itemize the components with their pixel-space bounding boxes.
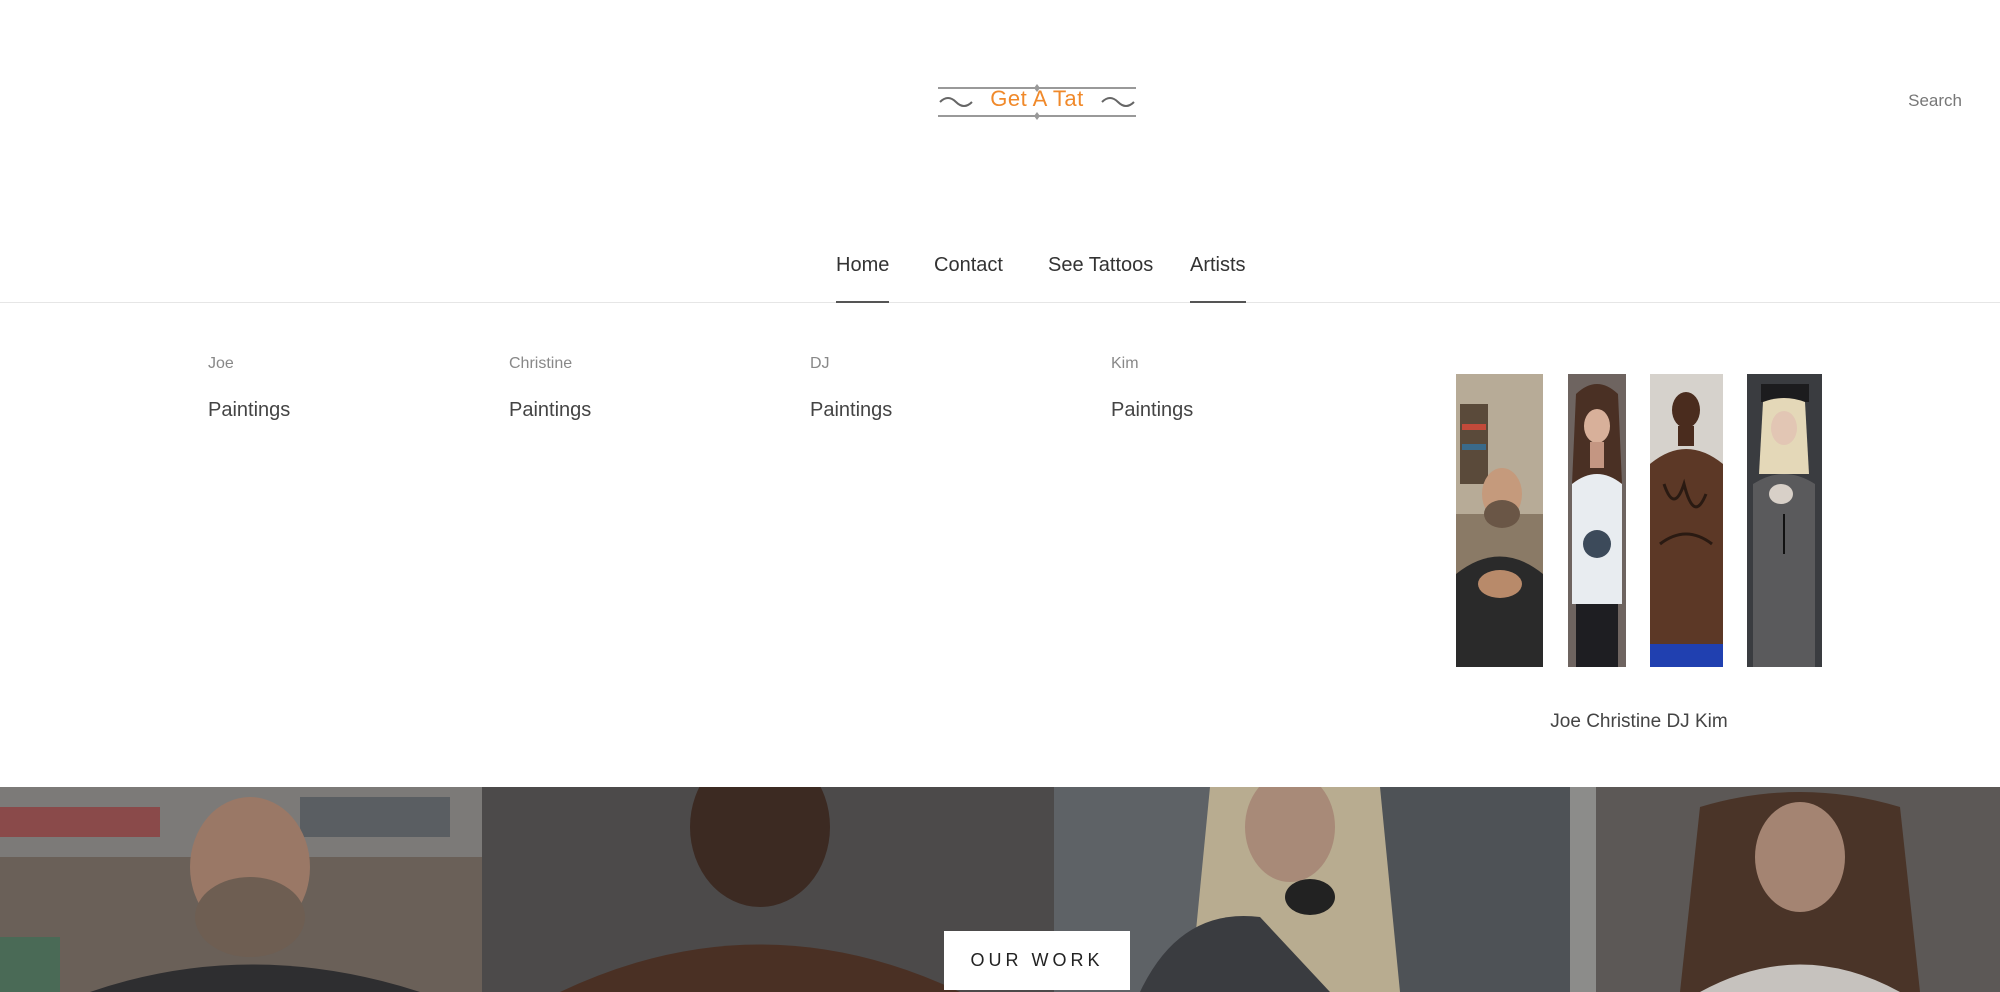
artist-column-christine: Christine Paintings [509, 355, 591, 422]
portrait-joe [1456, 374, 1543, 667]
paintings-link[interactable]: Paintings [1111, 399, 1193, 422]
artist-name-link[interactable]: Joe [208, 355, 290, 373]
artist-column-joe: Joe Paintings [208, 355, 290, 422]
portrait-christine [1568, 374, 1626, 667]
nav-contact[interactable]: Contact [934, 254, 1003, 302]
nav-see-tattoos[interactable]: See Tattoos [1048, 254, 1153, 302]
artists-portrait-strip[interactable] [1456, 374, 1822, 667]
artist-name-link[interactable]: DJ [810, 355, 892, 373]
paintings-link[interactable]: Paintings [810, 399, 892, 422]
artist-column-dj: DJ Paintings [810, 355, 892, 422]
nav-home[interactable]: Home [836, 254, 890, 303]
artist-name-link[interactable]: Christine [509, 355, 591, 373]
site-logo[interactable]: Get A Tat [936, 84, 1138, 120]
logo-text: Get A Tat [990, 86, 1084, 111]
artists-dropdown: Joe Paintings Christine Paintings DJ Pai… [0, 303, 2000, 787]
nav-artists[interactable]: Artists [1190, 254, 1246, 303]
artist-name-link[interactable]: Kim [1111, 355, 1193, 373]
main-nav: Home Contact See Tattoos Artists [0, 252, 2000, 303]
artist-column-kim: Kim Paintings [1111, 355, 1193, 422]
artists-caption: Joe Christine DJ Kim [1550, 711, 1728, 732]
search-link[interactable]: Search [1908, 91, 1962, 111]
portrait-kim [1747, 374, 1822, 667]
our-work-button[interactable]: OUR WORK [944, 931, 1130, 990]
paintings-link[interactable]: Paintings [509, 399, 591, 422]
portrait-dj [1650, 374, 1723, 667]
paintings-link[interactable]: Paintings [208, 399, 290, 422]
